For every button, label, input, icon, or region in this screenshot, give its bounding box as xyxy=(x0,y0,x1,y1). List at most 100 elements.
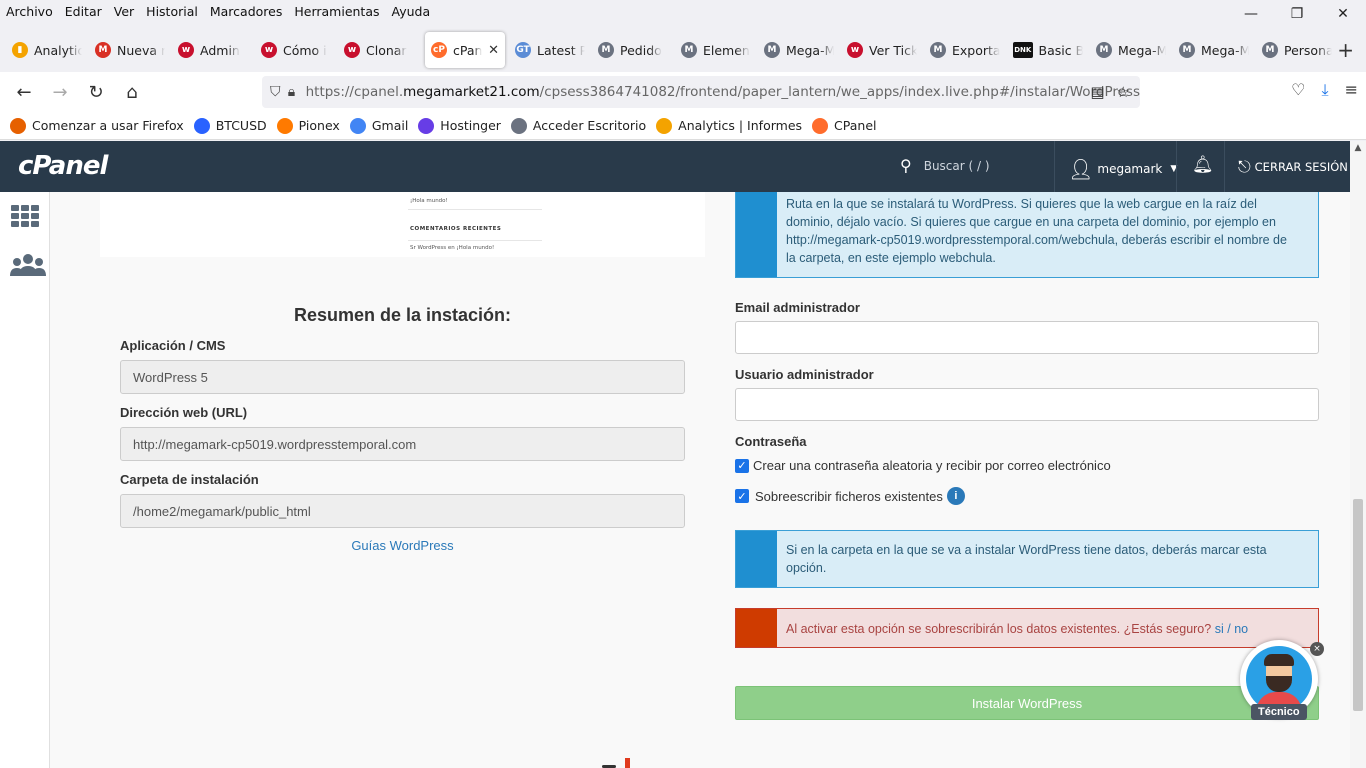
pionex-icon xyxy=(276,117,293,134)
tab-14[interactable]: M Mega-M xyxy=(1173,32,1255,68)
folder-value: /home2/megamark/public_html xyxy=(133,503,311,519)
dnk-icon: DNK xyxy=(1013,42,1033,58)
user-menu[interactable]: 👤︎ megamark ▼ xyxy=(1068,157,1177,181)
tab-4[interactable]: w Clonar xyxy=(338,32,420,68)
random-password-checkbox[interactable]: ✓ Crear una contraseña aleatoria y recib… xyxy=(735,458,1111,473)
minimize-icon[interactable]: — xyxy=(1228,0,1274,28)
tab-label: Basic B xyxy=(1038,42,1084,58)
tab-12[interactable]: DNK Basic B xyxy=(1007,32,1089,68)
bookmark-item[interactable]: BTCUSD xyxy=(193,117,267,134)
confirm-yes-link[interactable]: si xyxy=(1215,622,1224,636)
logout-button[interactable]: ⎋ CERRAR SESIÓN xyxy=(1238,157,1348,177)
bookmark-label: Comenzar a usar Firefox xyxy=(32,118,184,133)
page-scrollbar[interactable]: ▲ xyxy=(1350,141,1366,768)
header-divider xyxy=(1054,141,1055,192)
close-chat-icon[interactable]: × xyxy=(1310,642,1324,656)
support-chat-widget[interactable]: × Técnico xyxy=(1240,638,1324,728)
menu-marcadores[interactable]: Marcadores xyxy=(210,4,283,19)
bookmark-item[interactable]: Hostinger xyxy=(418,117,501,134)
close-tab-icon[interactable]: ✕ xyxy=(488,43,499,58)
megamarket-icon: M xyxy=(930,42,946,58)
logout-label: CERRAR SESIÓN xyxy=(1254,160,1348,174)
forward-icon[interactable]: → xyxy=(42,76,78,108)
tab-11[interactable]: M Exporta xyxy=(924,32,1006,68)
menu-editar[interactable]: Editar xyxy=(65,4,102,19)
bookmark-item[interactable]: Comenzar a usar Firefox xyxy=(10,117,184,134)
notifications-bell-icon[interactable]: 🔔︎ xyxy=(1192,155,1214,175)
user-label: Usuario administrador xyxy=(735,367,874,382)
tab-8[interactable]: M Elemen xyxy=(675,32,757,68)
restore-icon[interactable]: ❐ xyxy=(1274,0,1320,28)
back-icon[interactable]: ← xyxy=(6,76,42,108)
tab-1[interactable]: M Nueva r xyxy=(89,32,171,68)
menu-hamburger-icon[interactable]: ≡ xyxy=(1345,80,1358,100)
app-field: WordPress 5 xyxy=(120,360,685,394)
wordpress-guides-link[interactable]: Guías WordPress xyxy=(100,538,705,553)
gt-icon: GT xyxy=(515,42,531,58)
menu-ver[interactable]: Ver xyxy=(114,4,134,19)
close-window-icon[interactable]: ✕ xyxy=(1320,0,1366,28)
reload-icon[interactable]: ↻ xyxy=(78,76,114,108)
footer-logo-fragment xyxy=(550,758,650,768)
menu-herramientas[interactable]: Herramientas xyxy=(294,4,379,19)
overwrite-info-alert: Si en la carpeta en la que se va a insta… xyxy=(735,530,1319,588)
checkbox-checked-icon[interactable]: ✓ xyxy=(735,458,749,473)
webnode-icon: w xyxy=(178,42,194,58)
overwrite-info-text: Si en la carpeta en la que se va a insta… xyxy=(786,543,1267,575)
tab-2[interactable]: w Admin xyxy=(172,32,254,68)
tab-13[interactable]: M Mega-M xyxy=(1090,32,1172,68)
cpanel-logo[interactable]: cPanel xyxy=(18,151,108,181)
menu-ayuda[interactable]: Ayuda xyxy=(392,4,431,19)
bookmark-item[interactable]: Gmail xyxy=(349,117,409,134)
preview-comment: Sr WordPress en ¡Hola mundo! xyxy=(410,245,495,251)
apps-grid-icon[interactable] xyxy=(10,204,40,228)
tab-10[interactable]: w Ver Tick xyxy=(841,32,923,68)
bookmark-star-icon[interactable]: ☆ xyxy=(1117,83,1130,101)
tab-7[interactable]: M Pedido xyxy=(592,32,674,68)
shield-icon[interactable]: ⛉ xyxy=(270,84,288,100)
users-group-icon[interactable] xyxy=(10,252,46,280)
bookmark-label: Gmail xyxy=(371,118,409,133)
search-icon: ⚲ xyxy=(900,156,912,175)
danger-text-row: Al activar esta opción se sobrescribirán… xyxy=(786,620,1298,638)
scrollbar-thumb[interactable] xyxy=(1353,499,1363,711)
scroll-up-icon[interactable]: ▲ xyxy=(1350,143,1366,153)
tab-9[interactable]: M Mega-M xyxy=(758,32,840,68)
bookmark-item[interactable]: Pionex xyxy=(276,117,340,134)
reader-view-icon[interactable]: ▤ xyxy=(1090,83,1104,101)
tab-15[interactable]: M Persona xyxy=(1256,32,1338,68)
bookmark-item[interactable]: Analytics | Informes xyxy=(656,117,802,134)
home-icon[interactable]: ⌂ xyxy=(114,76,150,108)
cpanel-icon: cP xyxy=(431,42,447,58)
gmail-icon: M xyxy=(95,42,111,58)
url-bar[interactable]: ⛉ 🔒︎ https://cpanel. megamarket21.com/cps… xyxy=(262,76,1140,108)
tab-3[interactable]: w Cómo i xyxy=(255,32,337,68)
tab-label: Cómo i xyxy=(283,42,327,58)
cpanel-search[interactable]: ⚲ Buscar ( / ) xyxy=(900,156,990,175)
email-field[interactable] xyxy=(735,321,1319,354)
checkbox-checked-icon[interactable]: ✓ xyxy=(735,489,749,503)
confirm-no-link[interactable]: no xyxy=(1234,622,1248,636)
admin-user-field[interactable] xyxy=(735,388,1319,421)
lock-icon[interactable]: 🔒︎ xyxy=(288,84,306,100)
info-icon[interactable]: i xyxy=(946,487,965,505)
tab-0[interactable]: ▮ Analytic xyxy=(6,32,88,68)
overwrite-checkbox[interactable]: ✓ Sobreescribir ficheros existentes i xyxy=(735,487,965,505)
install-wordpress-button[interactable]: Instalar WordPress xyxy=(735,686,1319,720)
downloads-icon[interactable]: ⤓ xyxy=(1322,80,1329,100)
tab-label: cPan xyxy=(453,42,483,58)
info-bar xyxy=(736,531,777,587)
bookmark-item[interactable]: Acceder Escritorio xyxy=(510,117,646,134)
preview-post: ¡Hola mundo! xyxy=(410,198,448,204)
menu-archivo[interactable]: Archivo xyxy=(6,4,53,19)
tab-6[interactable]: GT Latest P xyxy=(509,32,591,68)
random-password-label: Crear una contraseña aleatoria y recibir… xyxy=(753,458,1111,473)
new-tab-button[interactable]: + xyxy=(1337,38,1354,62)
header-divider xyxy=(1176,141,1177,192)
pocket-icon[interactable]: ♡ xyxy=(1291,80,1305,100)
bookmark-item[interactable]: CPanel xyxy=(812,117,876,134)
tab-5[interactable]: cP cPan ✕ xyxy=(425,32,505,68)
megamarket-icon: M xyxy=(681,42,697,58)
menu-historial[interactable]: Historial xyxy=(146,4,198,19)
search-placeholder[interactable]: Buscar ( / ) xyxy=(924,159,990,173)
